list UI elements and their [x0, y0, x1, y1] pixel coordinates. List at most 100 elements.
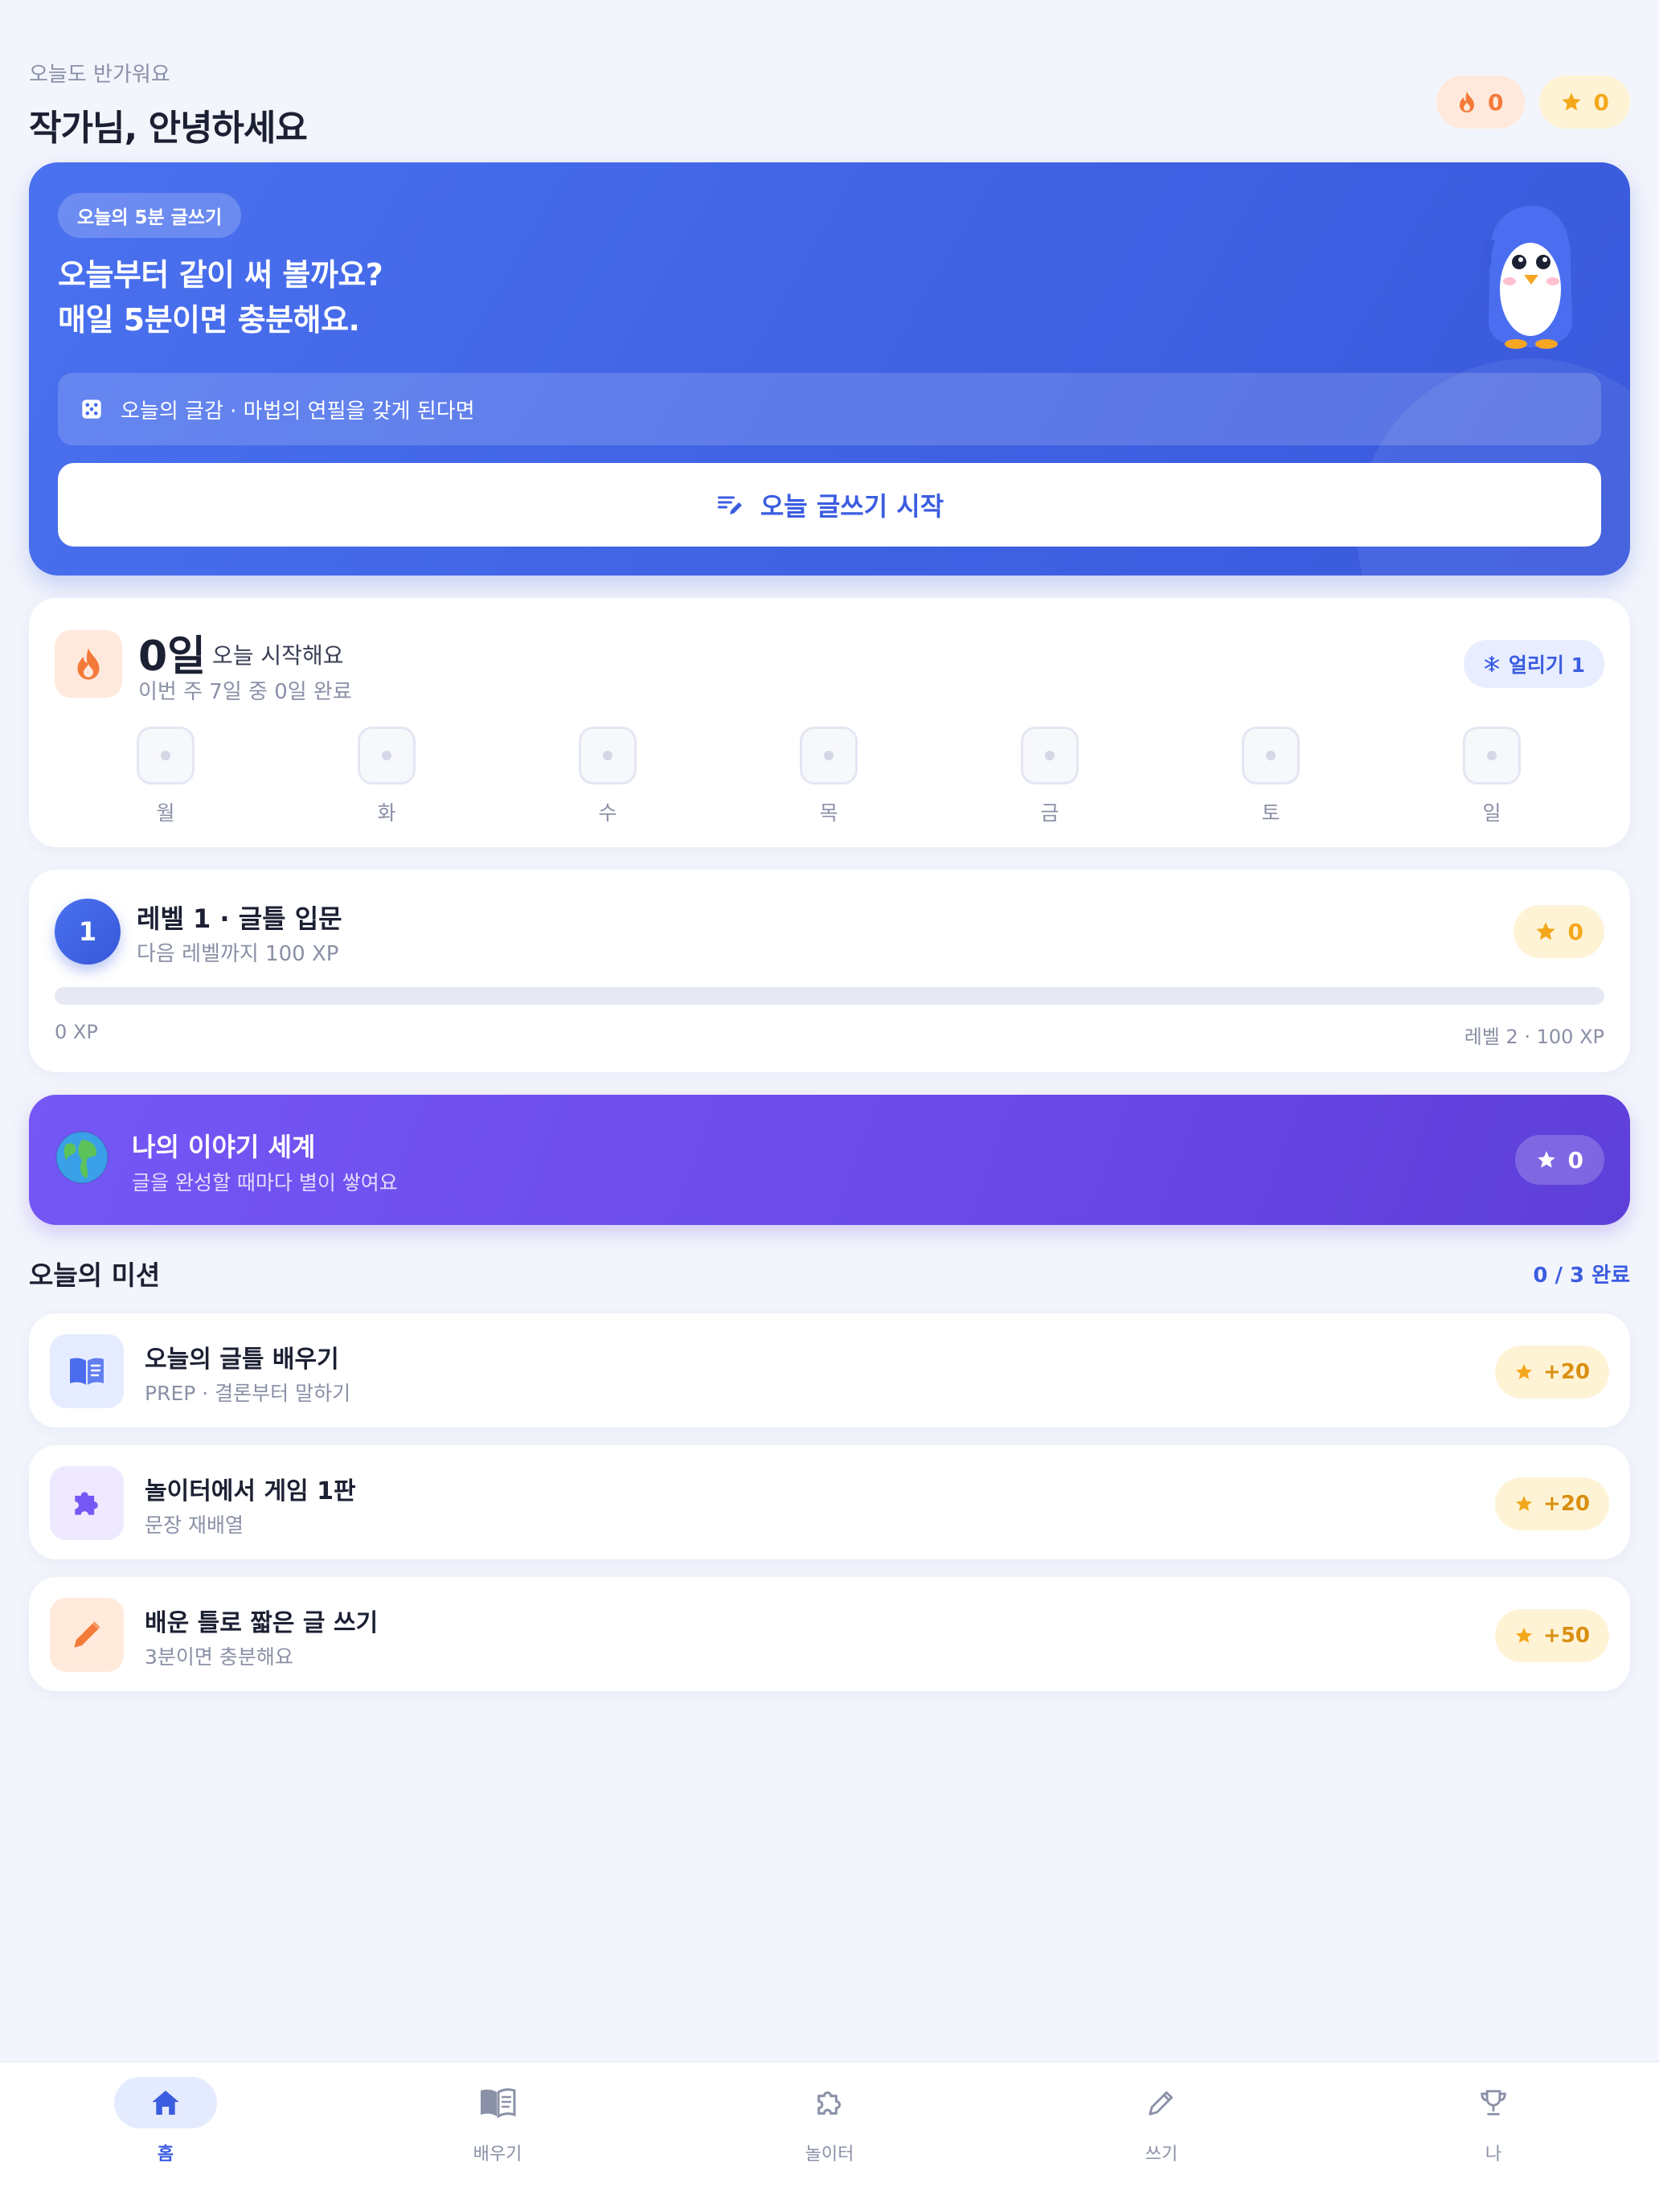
mission-subtitle: 문장 재배열 [145, 1514, 244, 1537]
level-card: 1 레벨 1 · 글틀 입문 다음 레벨까지 100 XP 0 0 XP 레벨 … [29, 870, 1630, 1072]
globe-icon [55, 1131, 109, 1184]
day-sat: 토 [1242, 727, 1300, 826]
puzzle-icon [817, 2091, 841, 2115]
day-label: 수 [598, 801, 617, 825]
day-dot [1266, 751, 1276, 760]
day-wed: 수 [579, 727, 637, 826]
nav-me[interactable]: 나 [1413, 2077, 1574, 2165]
mission-subtitle: PREP · 결론부터 말하기 [145, 1382, 351, 1405]
nav-home[interactable]: 홈 [85, 2077, 246, 2165]
mission-item[interactable]: 놀이터에서 게임 1판 문장 재배열 +20 [29, 1445, 1630, 1559]
level-star-badge[interactable]: 0 [1513, 905, 1604, 958]
day-fri: 금 [1021, 727, 1079, 826]
xp-progress-bar [55, 987, 1604, 1005]
day-label: 금 [1040, 801, 1059, 825]
day-dot [1487, 751, 1497, 760]
mission-icon-box [50, 1466, 124, 1540]
mission-title: 배운 틀로 짧은 글 쓰기 [145, 1609, 379, 1637]
flame-icon [1460, 92, 1475, 113]
day-label: 월 [156, 801, 175, 825]
hero-title-line2: 매일 5분이면 충분해요. [58, 302, 360, 338]
write-icon [717, 496, 742, 514]
daily-writing-hero: 오늘의 5분 글쓰기 오늘부터 같이 써 볼까요? 매일 5분이면 충분해요. … [29, 162, 1630, 576]
nav-learn[interactable]: 배우기 [417, 2077, 578, 2165]
day-label: 화 [377, 801, 396, 825]
story-world-card[interactable]: 나의 이야기 세계 글을 완성할 때마다 별이 쌓여요 0 [29, 1095, 1630, 1225]
mission-reward-value: +20 [1543, 1492, 1590, 1516]
level-title: 레벨 1 · 글틀 입문 [137, 903, 342, 934]
trophy-icon [1481, 2090, 1506, 2116]
mission-item[interactable]: 오늘의 글틀 배우기 PREP · 결론부터 말하기 +20 [29, 1313, 1630, 1428]
day-box [579, 727, 637, 784]
header-stats: 0 0 [1436, 76, 1630, 129]
day-label: 일 [1482, 801, 1501, 825]
day-tue: 화 [358, 727, 416, 826]
streak-week-summary: 이번 주 7일 중 0일 완료 [138, 680, 352, 704]
star-icon [1537, 1151, 1555, 1168]
day-thu: 목 [800, 727, 858, 826]
star-pill[interactable]: 0 [1538, 76, 1630, 129]
day-label: 목 [819, 801, 838, 825]
bottom-navigation: 홈 배우기 놀이터 쓰기 나 [0, 2061, 1659, 2212]
streak-freeze-badge[interactable]: 얼리기 1 [1463, 640, 1604, 688]
snowflake-icon [1484, 655, 1499, 673]
star-icon [1516, 1496, 1533, 1511]
day-box [137, 727, 195, 784]
penguin-mascot-icon [1481, 206, 1572, 349]
star-icon [1535, 922, 1555, 940]
star-icon [1561, 92, 1581, 111]
home-icon [152, 2091, 179, 2115]
today-topic[interactable]: 오늘의 글감 · 마법의 연필을 갖게 된다면 [58, 373, 1601, 445]
pencil-icon [74, 1621, 100, 1648]
mission-subtitle: 3분이면 충분해요 [145, 1645, 293, 1669]
mission-icon-box [50, 1598, 124, 1672]
mission-item[interactable]: 배운 틀로 짧은 글 쓰기 3분이면 충분해요 +50 [29, 1577, 1630, 1691]
flame-icon [77, 648, 100, 680]
mission-reward: +20 [1495, 1477, 1609, 1530]
level-badge: 1 [55, 899, 121, 965]
day-box [1463, 727, 1521, 784]
start-writing-button[interactable]: 오늘 글쓰기 시작 [58, 463, 1601, 547]
hero-title: 오늘부터 같이 써 볼까요? 매일 5분이면 충분해요. [58, 252, 383, 342]
nav-write[interactable]: 쓰기 [1081, 2077, 1242, 2165]
mission-title: 오늘의 글틀 배우기 [145, 1346, 339, 1374]
greeting-title: 작가님, 안녕하세요 [29, 108, 308, 149]
nav-icon-wrap [1110, 2077, 1213, 2128]
today-topic-text: 오늘의 글감 · 마법의 연필을 갖게 된다면 [121, 399, 475, 424]
mission-reward: +50 [1495, 1609, 1609, 1662]
greeting-subtitle: 오늘도 반가워요 [29, 63, 170, 87]
day-mon: 월 [137, 727, 195, 826]
nav-icon-wrap [778, 2077, 881, 2128]
story-world-star-value: 0 [1567, 1146, 1583, 1174]
streak-pill[interactable]: 0 [1436, 76, 1525, 129]
nav-playground[interactable]: 놀이터 [749, 2077, 910, 2165]
week-days: 월 화 수 목 금 토 일 [29, 727, 1630, 831]
day-dot [1045, 751, 1055, 760]
day-box [800, 727, 858, 784]
start-writing-label: 오늘 글쓰기 시작 [760, 491, 944, 522]
xp-current: 0 XP [55, 1021, 98, 1043]
book-icon [70, 1358, 104, 1385]
nav-icon-wrap [446, 2077, 549, 2128]
mission-reward-value: +50 [1543, 1624, 1590, 1648]
streak-count: 0일 [138, 633, 207, 681]
nav-label: 배우기 [473, 2144, 522, 2165]
day-label: 토 [1261, 801, 1280, 825]
streak-icon-box [55, 630, 122, 698]
day-box [358, 727, 416, 784]
mission-icon-box [50, 1334, 124, 1408]
xp-next-level: 레벨 2 · 100 XP [1464, 1026, 1604, 1048]
day-box [1021, 727, 1079, 784]
day-dot [382, 751, 391, 760]
nav-label: 홈 [157, 2144, 174, 2165]
puzzle-icon [75, 1492, 98, 1515]
nav-icon-wrap [1442, 2077, 1545, 2128]
nav-label: 나 [1485, 2144, 1502, 2165]
day-box [1242, 727, 1300, 784]
mission-reward: +20 [1495, 1346, 1609, 1399]
streak-today: 오늘 시작해요 [212, 642, 344, 669]
day-dot [824, 751, 834, 760]
streak-pill-value: 0 [1488, 88, 1504, 116]
story-world-subtitle: 글을 완성할 때마다 별이 쌓여요 [132, 1171, 398, 1194]
header: 오늘도 반가워요 작가님, 안녕하세요 0 0 [29, 58, 1630, 149]
